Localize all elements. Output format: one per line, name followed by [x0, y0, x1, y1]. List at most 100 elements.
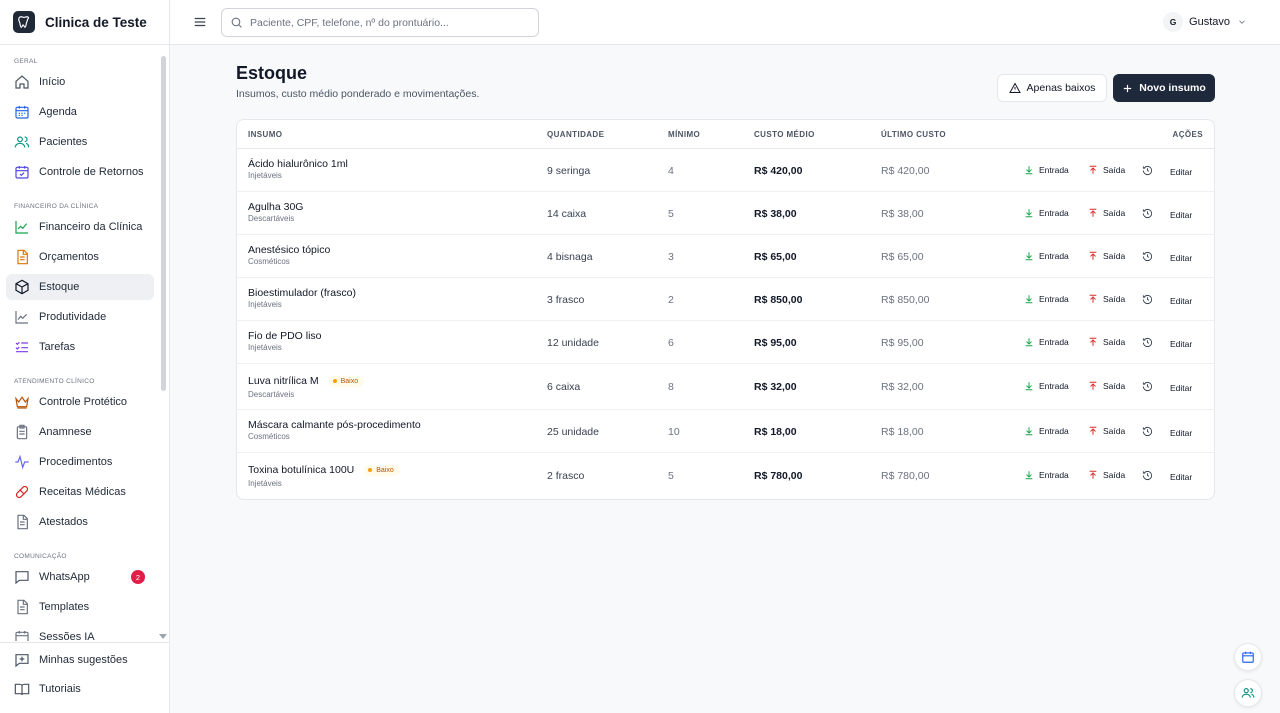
- saida-button[interactable]: Saída: [1088, 426, 1125, 436]
- history-button[interactable]: [1142, 208, 1158, 219]
- sidebar-item-label: Agenda: [39, 106, 77, 118]
- users-icon: [14, 136, 30, 148]
- crown-icon: [15, 396, 29, 409]
- edit-label: Editar: [1170, 253, 1193, 263]
- page-subtitle: Insumos, custo médio ponderado e movimen…: [236, 88, 480, 100]
- tooth-logo-icon: [13, 11, 35, 33]
- new-item-button[interactable]: Novo insumo: [1113, 74, 1215, 102]
- item-minimum: 3: [668, 251, 674, 263]
- menu-toggle-icon[interactable]: [193, 15, 207, 29]
- sidebar-item-label: Estoque: [39, 281, 80, 293]
- user-name: Gustavo: [1189, 16, 1230, 28]
- arrow-up-icon: [1089, 251, 1097, 260]
- sidebar-item-receitas[interactable]: Receitas Médicas: [6, 479, 154, 505]
- top-bar: G Gustavo: [170, 0, 1280, 45]
- saida-label: Saída: [1103, 470, 1126, 480]
- activity-icon: [15, 454, 29, 470]
- sidebar-item-procedimentos[interactable]: Procedimentos: [6, 449, 154, 475]
- history-button[interactable]: [1142, 470, 1158, 481]
- search-box[interactable]: [221, 8, 539, 37]
- users-fab-button[interactable]: [1234, 679, 1262, 707]
- entrada-button[interactable]: Entrada: [1024, 208, 1069, 218]
- item-average-cost: R$ 18,00: [754, 426, 797, 438]
- entrada-button[interactable]: Entrada: [1024, 251, 1069, 261]
- entrada-button[interactable]: Entrada: [1024, 381, 1069, 391]
- sidebar-item-templates[interactable]: Templates: [6, 594, 154, 620]
- edit-button[interactable]: Editar: [1170, 383, 1192, 393]
- entrada-label: Entrada: [1039, 208, 1069, 218]
- saida-button[interactable]: Saída: [1088, 337, 1125, 347]
- arrow-up-icon: [1089, 470, 1097, 479]
- item-cell: Anestésico tópico Cosméticos: [248, 244, 330, 266]
- history-button[interactable]: [1142, 381, 1158, 392]
- sidebar-scrollbar[interactable]: [161, 56, 166, 391]
- sidebar-item-atestados[interactable]: Atestados: [6, 509, 154, 535]
- item-average-cost: R$ 95,00: [754, 337, 797, 349]
- edit-button[interactable]: Editar: [1170, 472, 1192, 482]
- edit-button[interactable]: Editar: [1170, 428, 1192, 438]
- sidebar-item-anamnese[interactable]: Anamnese: [6, 419, 154, 445]
- item-category: Injetáveis: [248, 479, 282, 488]
- history-button[interactable]: [1142, 294, 1158, 305]
- entrada-button[interactable]: Entrada: [1024, 470, 1069, 480]
- sidebar-item-label: Templates: [39, 601, 90, 613]
- saida-button[interactable]: Saída: [1088, 470, 1125, 480]
- saida-button[interactable]: Saída: [1088, 165, 1125, 175]
- search-input[interactable]: [250, 16, 520, 29]
- scroll-down-arrow-icon[interactable]: [159, 634, 167, 639]
- saida-button[interactable]: Saída: [1088, 294, 1125, 304]
- saida-button[interactable]: Saída: [1088, 381, 1125, 391]
- warning-dot-icon: [332, 379, 337, 383]
- item-category: Injetáveis: [248, 171, 282, 180]
- history-button[interactable]: [1142, 426, 1158, 437]
- edit-button[interactable]: Editar: [1170, 296, 1192, 306]
- item-average-cost: R$ 420,00: [754, 165, 803, 177]
- entrada-button[interactable]: Entrada: [1024, 165, 1069, 175]
- sidebar-item-label: WhatsApp: [39, 571, 90, 583]
- sidebar-item-orcamentos[interactable]: Orçamentos: [6, 244, 154, 270]
- edit-button[interactable]: Editar: [1170, 167, 1192, 177]
- history-icon: [1142, 294, 1153, 305]
- section-label-geral: GERAL: [14, 58, 38, 65]
- item-average-cost: R$ 32,00: [754, 381, 797, 393]
- item-name: Fio de PDO liso: [248, 330, 322, 342]
- sidebar-item-tarefas[interactable]: Tarefas: [6, 334, 154, 360]
- sidebar-item-financeiro[interactable]: Financeiro da Clínica: [6, 214, 154, 240]
- edit-label: Editar: [1170, 167, 1193, 177]
- edit-button[interactable]: Editar: [1170, 339, 1192, 349]
- col-quantidade: QUANTIDADE: [547, 130, 605, 139]
- sidebar-item-agenda[interactable]: Agenda: [6, 99, 154, 125]
- entrada-button[interactable]: Entrada: [1024, 426, 1069, 436]
- filter-low-button[interactable]: Apenas baixos: [997, 74, 1107, 102]
- sidebar-item-retornos[interactable]: Controle de Retornos: [6, 159, 154, 185]
- sidebar-item-pacientes[interactable]: Pacientes: [6, 129, 154, 155]
- calendar-ai-icon: [15, 631, 29, 641]
- sidebar-item-protetico[interactable]: Controle Protético: [6, 389, 154, 415]
- plus-icon: [1124, 84, 1132, 92]
- sidebar-item-whatsapp[interactable]: WhatsApp 2: [6, 564, 154, 590]
- saida-button[interactable]: Saída: [1088, 208, 1125, 218]
- sidebar-item-tutoriais[interactable]: Tutoriais: [6, 676, 154, 702]
- entrada-button[interactable]: Entrada: [1024, 294, 1069, 304]
- sidebar-item-sugestoes[interactable]: Minhas sugestões: [6, 647, 154, 673]
- search-icon: [231, 17, 242, 28]
- sidebar-item-produtividade[interactable]: Produtividade: [6, 304, 154, 330]
- brand[interactable]: Clinica de Teste: [0, 0, 169, 45]
- calendar-fab-button[interactable]: [1234, 643, 1262, 671]
- entrada-button[interactable]: Entrada: [1024, 337, 1069, 347]
- item-cell: Agulha 30G Descartáveis: [248, 201, 303, 223]
- history-button[interactable]: [1142, 251, 1158, 262]
- calendar-icon: [15, 106, 29, 119]
- history-icon: [1142, 381, 1153, 392]
- user-menu[interactable]: G Gustavo: [1163, 11, 1247, 33]
- sidebar-item-inicio[interactable]: Início: [6, 69, 154, 95]
- edit-button[interactable]: Editar: [1170, 253, 1192, 263]
- item-cell: Toxina botulínica 100U Baixo Injetáveis: [248, 464, 400, 488]
- sidebar-item-sessoes[interactable]: Sessões IA: [6, 624, 154, 641]
- history-button[interactable]: [1142, 165, 1158, 176]
- item-minimum: 8: [668, 381, 674, 393]
- sidebar-item-estoque[interactable]: Estoque: [6, 274, 154, 300]
- history-button[interactable]: [1142, 337, 1158, 348]
- edit-button[interactable]: Editar: [1170, 210, 1192, 220]
- saida-button[interactable]: Saída: [1088, 251, 1125, 261]
